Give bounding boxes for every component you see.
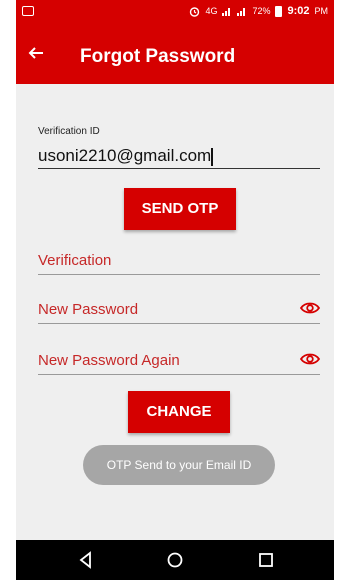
eye-icon[interactable] [300,352,320,366]
new-password-field[interactable]: New Password [38,297,320,324]
app-bar: Forgot Password [16,28,334,84]
recents-square-icon[interactable] [256,550,276,570]
eye-icon[interactable] [300,301,320,315]
toast-message: OTP Send to your Email ID [83,445,275,485]
verification-id-label: Verification ID [38,126,100,137]
change-button[interactable]: CHANGE [128,391,230,433]
text-cursor [211,147,213,166]
system-nav-bar [16,540,334,580]
status-bar: 4G 72% 9:02 PM [16,0,334,28]
verification-code-field[interactable]: Verification [38,248,320,275]
status-indicators: 4G 72% 9:02 PM [189,5,328,17]
page-title: Forgot Password [80,46,236,67]
signal-strength-icon [222,8,231,16]
phone-screen: 4G 72% 9:02 PM Forgot Password Verificat… [16,0,334,580]
verification-id-value: usoni2210@gmail.com [38,146,212,165]
new-password-again-placeholder: New Password Again [38,352,180,369]
home-circle-icon[interactable] [165,550,185,570]
clock-time: 9:02 [287,5,310,17]
new-password-placeholder: New Password [38,301,139,318]
alarm-icon [190,6,200,17]
network-type-label: 4G [205,6,218,16]
forgot-password-form: Verification ID usoni2210@gmail.com SEND… [16,84,334,514]
back-triangle-icon[interactable] [76,550,96,570]
arrow-back-icon[interactable] [28,43,44,65]
signal-strength-2-icon [237,8,246,16]
battery-icon [275,5,283,17]
image-notification-icon [22,6,34,16]
verification-id-field[interactable]: usoni2210@gmail.com [38,144,320,169]
battery-percent: 72% [252,6,271,16]
send-otp-button[interactable]: SEND OTP [124,188,236,230]
clock-ampm: PM [314,6,329,16]
verification-placeholder: Verification [38,252,112,269]
new-password-again-field[interactable]: New Password Again [38,348,320,375]
